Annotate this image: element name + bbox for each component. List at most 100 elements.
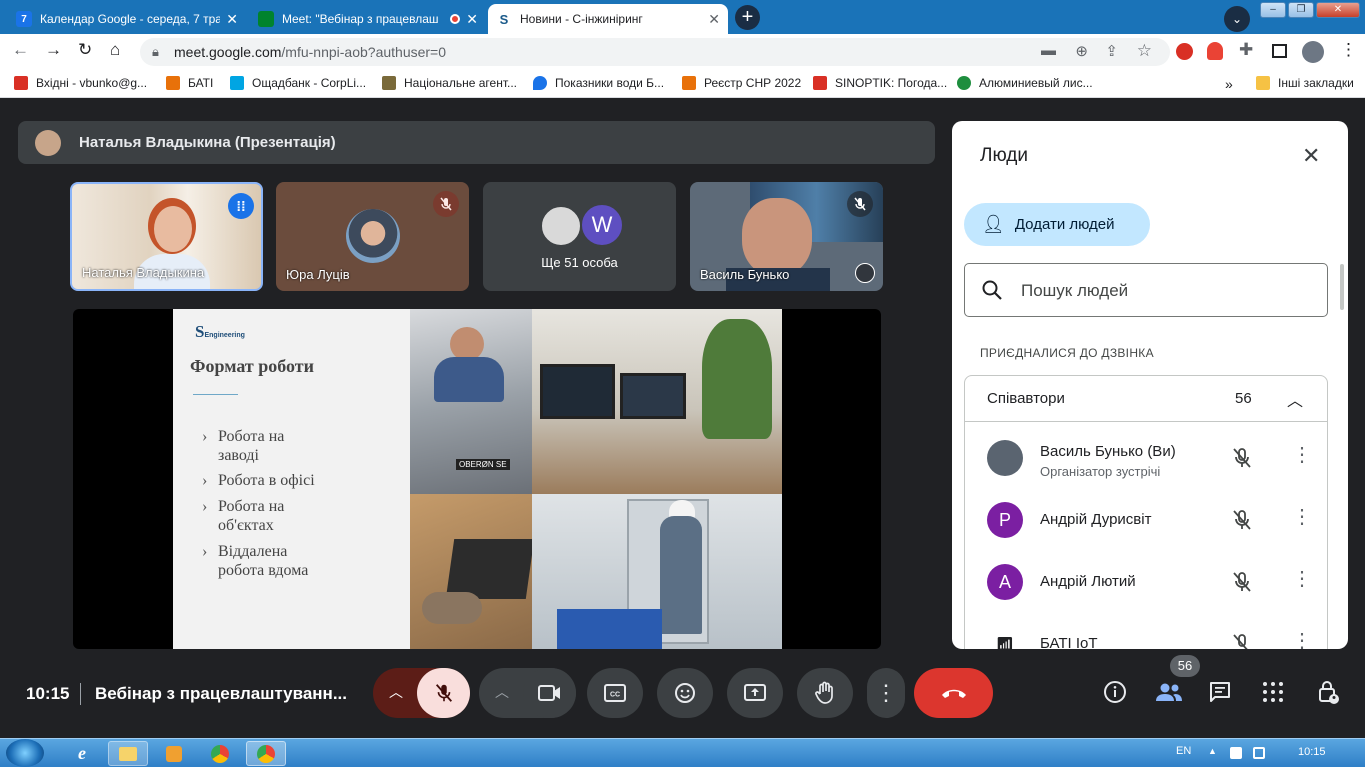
- more-options-icon[interactable]: ⋮: [1292, 569, 1312, 589]
- more-participants-label: Ще 51 особа: [541, 255, 618, 270]
- media-player-icon[interactable]: [154, 741, 194, 766]
- chrome-icon[interactable]: [200, 741, 240, 766]
- photo-home: [410, 494, 535, 649]
- laptop: [445, 539, 535, 599]
- start-button[interactable]: [6, 739, 44, 767]
- captions-button[interactable]: CC: [587, 668, 643, 718]
- tab-google-calendar[interactable]: 7 Календар Google - середа, 7 тра ✕: [8, 4, 246, 34]
- camera-icon: [537, 685, 560, 701]
- close-tab-icon[interactable]: ✕: [466, 11, 478, 28]
- collapse-chevron-icon[interactable]: ︿: [1287, 387, 1303, 411]
- extension-fire-icon[interactable]: [1207, 42, 1223, 60]
- muted-mic-icon[interactable]: [1230, 446, 1254, 470]
- reactions-button[interactable]: [657, 668, 713, 718]
- muted-mic-icon[interactable]: [1230, 508, 1254, 532]
- search-icon: [982, 280, 1002, 300]
- participant-row[interactable]: А Андрій Лютий ⋮: [964, 551, 1334, 613]
- host-controls-lock-icon[interactable]: [1316, 679, 1340, 710]
- participant-name: Василь Бунько: [700, 267, 790, 282]
- picture-in-picture-icon[interactable]: [855, 263, 875, 283]
- restore-window-button[interactable]: ❐: [1288, 2, 1314, 18]
- more-participants-tile[interactable]: W Ще 51 особа: [483, 182, 676, 291]
- participant-row[interactable]: Василь Бунько (Ви) Організатор зустрічі …: [964, 427, 1334, 489]
- back-arrow-icon[interactable]: ←: [12, 40, 29, 60]
- participant-row[interactable]: Р Андрій Дурисвіт ⋮: [964, 489, 1334, 551]
- mic-options-chevron-icon[interactable]: ︿: [389, 682, 403, 702]
- new-tab-plus-icon[interactable]: +: [735, 5, 760, 30]
- bookmark-star-icon[interactable]: ☆: [1137, 41, 1152, 61]
- bookmark-item[interactable]: Реєстр СНР 2022: [682, 76, 801, 90]
- speaking-indicator-icon: ⁞⁞: [228, 193, 254, 219]
- bookmark-item[interactable]: Показники води Б...: [533, 76, 664, 90]
- bookmarks-overflow-chevron[interactable]: »: [1225, 76, 1233, 92]
- meeting-details-icon[interactable]: [1103, 680, 1127, 709]
- extensions-puzzle-icon[interactable]: ✚: [1239, 40, 1253, 60]
- contributors-header[interactable]: Співавтори 56 ︿: [965, 376, 1327, 422]
- tab-title: Новини - С-інжиніринг: [520, 12, 643, 26]
- bookmark-item[interactable]: Вхідні - vbunko@g...: [14, 76, 147, 90]
- more-options-icon[interactable]: ⋮: [1292, 631, 1312, 649]
- browser-menu-icon[interactable]: ⋮: [1340, 40, 1357, 60]
- close-tab-icon[interactable]: ✕: [226, 11, 238, 28]
- participant-name: Андрій Лютий: [1040, 573, 1136, 590]
- tray-arrow-icon[interactable]: ▲: [1208, 746, 1217, 756]
- more-vert-icon: ⋮: [875, 680, 897, 705]
- bookmark-item[interactable]: SINOPTIK: Погода...: [813, 76, 947, 90]
- chat-icon[interactable]: [1208, 680, 1232, 709]
- chrome-active-icon[interactable]: [246, 741, 286, 766]
- camera-in-use-icon[interactable]: ▬: [1041, 42, 1056, 59]
- participant-tile[interactable]: ⁞⁞ Наталья Владыкина: [70, 182, 263, 291]
- muted-mic-icon[interactable]: [1230, 632, 1254, 649]
- participant-row[interactable]: 📶︎ БАТІ IoT ⋮: [964, 613, 1334, 649]
- home-icon[interactable]: ⌂: [110, 40, 120, 60]
- participant-tile[interactable]: Юра Луців: [276, 182, 469, 291]
- extension-adblock-icon[interactable]: [1176, 43, 1193, 60]
- side-panel-icon[interactable]: [1272, 44, 1287, 58]
- raise-hand-button[interactable]: [797, 668, 853, 718]
- network-icon[interactable]: [1230, 747, 1242, 759]
- more-options-icon[interactable]: ⋮: [1292, 507, 1312, 527]
- reload-icon[interactable]: ↻: [78, 40, 92, 60]
- add-people-button[interactable]: 👤︎ Додати людей: [964, 203, 1150, 246]
- microphone-toggle-button[interactable]: [417, 668, 470, 718]
- activities-grid-icon[interactable]: [1262, 681, 1284, 708]
- forward-arrow-icon[interactable]: →: [45, 40, 62, 60]
- minimize-window-button[interactable]: –: [1260, 2, 1286, 18]
- participant-tile[interactable]: Василь Бунько: [690, 182, 883, 291]
- tab-news[interactable]: S Новини - С-інжиніринг ✕: [488, 4, 728, 34]
- presenter-label: Наталья Владыкина (Презентація): [79, 134, 336, 151]
- search-people-field[interactable]: Пошук людей: [964, 263, 1328, 317]
- bookmark-item[interactable]: Національне агент...: [382, 76, 517, 90]
- taskbar-clock[interactable]: 10:15: [1298, 746, 1326, 758]
- close-window-button[interactable]: ✕: [1316, 2, 1360, 18]
- muted-mic-icon[interactable]: [1230, 570, 1254, 594]
- internet-explorer-icon[interactable]: e: [62, 741, 102, 766]
- windows-taskbar: e EN ▲ 10:15: [0, 738, 1365, 767]
- bookmark-item[interactable]: Алюминиевый лис...: [957, 76, 1093, 90]
- camera-options-chevron-icon[interactable]: ︿: [495, 682, 509, 702]
- other-bookmarks-folder[interactable]: Інші закладки: [1256, 76, 1354, 90]
- profile-avatar[interactable]: [1302, 41, 1324, 63]
- tab-search-chevron-icon[interactable]: ⌄: [1224, 6, 1250, 32]
- present-screen-button[interactable]: [727, 668, 783, 718]
- address-bar[interactable]: 🔒︎ meet.google.com/mfu-nnpi-aob?authuser…: [140, 38, 1170, 66]
- display-icon[interactable]: [1253, 747, 1265, 759]
- file-explorer-icon[interactable]: [108, 741, 148, 766]
- zoom-icon[interactable]: ⊕: [1075, 42, 1088, 60]
- panel-scrollbar[interactable]: [1340, 264, 1344, 310]
- slide-title: Формат роботи: [190, 356, 314, 376]
- more-options-icon[interactable]: ⋮: [1292, 445, 1312, 465]
- tab-meet[interactable]: Meet: "Вебінар з працевлаш ✕: [250, 4, 486, 34]
- more-options-button[interactable]: ⋮: [867, 668, 905, 718]
- muted-mic-icon: [847, 191, 873, 217]
- bookmark-item[interactable]: БАТІ: [166, 76, 213, 90]
- title-underline: [193, 394, 238, 395]
- bookmark-item[interactable]: Ощадбанк - CorpLi...: [230, 76, 366, 90]
- leave-call-button[interactable]: [914, 668, 993, 718]
- camera-toggle-button[interactable]: [523, 668, 576, 718]
- language-indicator[interactable]: EN: [1176, 745, 1191, 757]
- people-icon[interactable]: [1155, 680, 1183, 709]
- share-icon[interactable]: ⇪: [1105, 42, 1118, 60]
- close-tab-icon[interactable]: ✕: [708, 11, 720, 28]
- close-panel-icon[interactable]: ✕: [1302, 143, 1320, 169]
